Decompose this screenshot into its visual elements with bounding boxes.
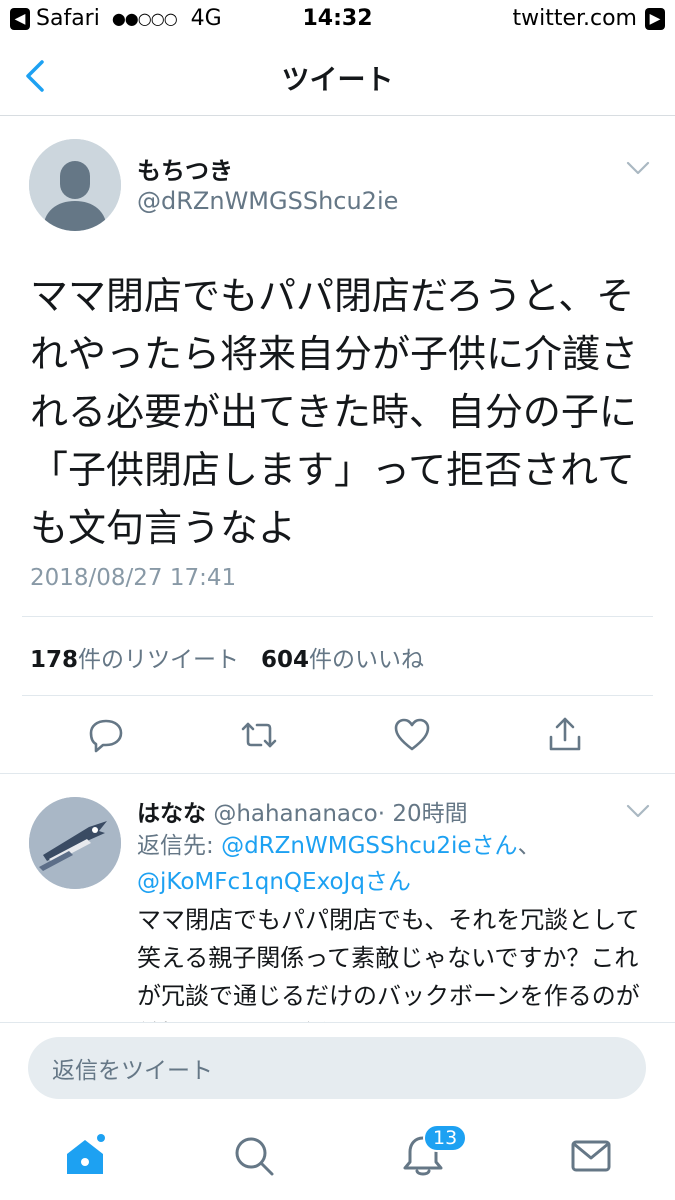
chevron-down-icon[interactable] [625, 159, 651, 177]
reply-input[interactable]: 返信をツイート [28, 1037, 646, 1099]
koinobori-image [29, 797, 121, 889]
share-icon[interactable] [545, 715, 585, 755]
retweet-icon[interactable] [239, 715, 279, 755]
reply-author-handle[interactable]: @hahananaco [213, 801, 377, 827]
divider [22, 695, 653, 696]
retweet-count: 178 [30, 647, 79, 673]
search-icon[interactable] [232, 1134, 276, 1178]
tab-bar [0, 1118, 675, 1200]
tweet-timestamp: 2018/08/27 17:41 [30, 565, 237, 591]
nav-bar: ツイート [0, 38, 675, 116]
reply-to-user-link[interactable]: @dRZnWMGSShcu2ieさん [221, 833, 518, 859]
url-label[interactable]: twitter.com [512, 6, 637, 31]
notifications-badge: 13 [423, 1124, 468, 1152]
author-handle[interactable]: @dRZnWMGSShcu2ie [137, 187, 398, 215]
like-stat[interactable]: 604件のいいね [261, 647, 424, 673]
status-bar-right: twitter.com ▶ [512, 6, 665, 31]
reply-author-name[interactable]: はなな [137, 801, 206, 827]
forward-to-app-icon[interactable]: ▶ [645, 7, 665, 30]
like-icon[interactable] [392, 715, 432, 755]
default-avatar-icon [29, 139, 121, 231]
retweet-stat[interactable]: 178件のリツイート [30, 647, 239, 673]
reply-text: ママ閉店でもパパ閉店でも、それを冗談として笑える親子関係って素敵じゃないですか？… [137, 906, 640, 1022]
tweet-text: ママ閉店でもパパ閉店だろうと、それやったら将来自分が子供に介護される必要が出てき… [30, 274, 639, 550]
reply-to-line: 返信先: @dRZnWMGSShcu2ieさん、 @jKoMFc1qnQExoJ… [137, 828, 657, 900]
home-icon[interactable] [63, 1134, 107, 1178]
reply-to-separator: 、 [517, 833, 541, 859]
author-avatar[interactable] [29, 139, 121, 231]
like-count: 604 [260, 647, 309, 673]
reply-avatar[interactable] [29, 797, 121, 889]
reply-to-label: 返信先: [137, 833, 222, 859]
messages-icon[interactable] [569, 1134, 613, 1178]
like-label: 件のいいね [308, 647, 424, 673]
retweet-label: 件のリツイート [78, 647, 240, 673]
divider [22, 616, 653, 617]
reply-time: · 20時間 [377, 801, 468, 827]
compose-bar: 返信をツイート [0, 1022, 675, 1118]
page-title: ツイート [281, 63, 394, 96]
chevron-down-icon[interactable] [625, 802, 651, 820]
reply-to-user-link[interactable]: @jKoMFc1qnQExoJqさん [137, 869, 411, 895]
reply-icon[interactable] [86, 715, 126, 755]
reply-tweet[interactable]: はなな @hahananaco· 20時間 返信先: @dRZnWMGSShcu… [0, 774, 675, 1022]
status-bar: ◀ Safari ●●○○○ 4G 14:32 twitter.com ▶ [0, 0, 675, 38]
reply-header: はなな @hahananaco· 20時間 [137, 794, 468, 828]
tweet-stats: 178件のリツイート 604件のいいね [30, 640, 424, 674]
author-name[interactable]: もちつき [137, 151, 233, 186]
